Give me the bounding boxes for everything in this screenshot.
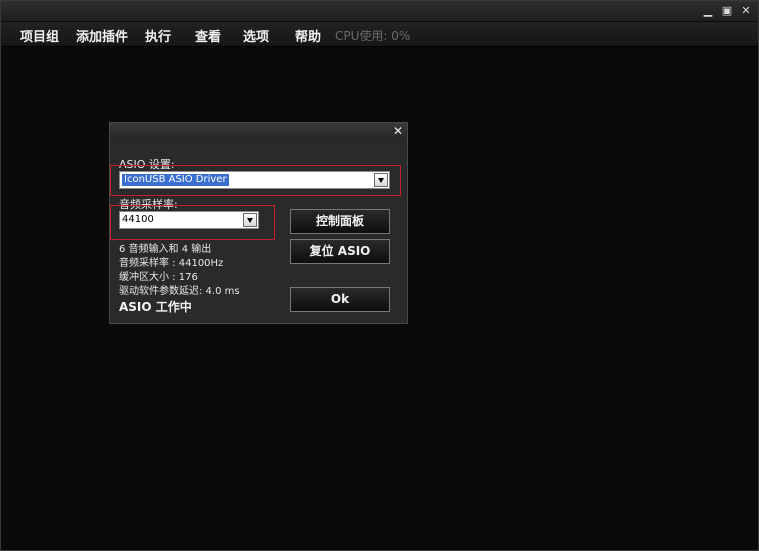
close-icon[interactable]: ✕ [739, 4, 753, 18]
menu-project-group[interactable]: 项目组 [20, 26, 59, 45]
chevron-down-icon[interactable] [374, 173, 388, 187]
io-info: 6 音频输入和 4 输出 [119, 244, 212, 255]
asio-settings-dialog: ✕ ASIO 设置: IconUSB ASIO Driver 音频采样率: 44… [109, 122, 408, 324]
chevron-down-icon[interactable] [243, 213, 257, 227]
menu-view[interactable]: 查看 [195, 26, 221, 45]
minimize-icon[interactable]: ▁ [701, 4, 715, 18]
menu-add-plugin[interactable]: 添加插件 [76, 26, 128, 45]
asio-driver-value: IconUSB ASIO Driver [122, 174, 229, 186]
app-window: ▁ ▣ ✕ 项目组 添加插件 执行 查看 选项 帮助 CPU使用: 0% ✕ A… [0, 0, 759, 551]
menu-bar: 项目组 添加插件 执行 查看 选项 帮助 CPU使用: 0% [1, 22, 758, 47]
maximize-icon[interactable]: ▣ [720, 4, 734, 18]
cpu-usage: CPU使用: 0% [335, 29, 411, 43]
title-bar[interactable]: ▁ ▣ ✕ [1, 1, 758, 21]
dialog-title-bar[interactable]: ✕ [110, 123, 407, 139]
reset-asio-button[interactable]: 复位 ASIO [290, 239, 390, 264]
menu-help[interactable]: 帮助 [295, 26, 321, 45]
menu-execute[interactable]: 执行 [145, 26, 171, 45]
ok-button[interactable]: Ok [290, 287, 390, 312]
sample-rate-select[interactable]: 44100 [119, 211, 259, 229]
buffer-size-info: 缓冲区大小 : 176 [119, 272, 198, 283]
asio-driver-select[interactable]: IconUSB ASIO Driver [119, 171, 390, 189]
dialog-close-icon[interactable]: ✕ [393, 124, 403, 138]
sample-rate-value: 44100 [122, 214, 154, 225]
control-panel-button[interactable]: 控制面板 [290, 209, 390, 234]
latency-info: 驱动软件参数延迟: 4.0 ms [119, 286, 240, 297]
sample-rate-info: 音频采样率 : 44100Hz [119, 258, 224, 269]
menu-options[interactable]: 选项 [243, 26, 269, 45]
asio-status: ASIO 工作中 [119, 300, 192, 314]
